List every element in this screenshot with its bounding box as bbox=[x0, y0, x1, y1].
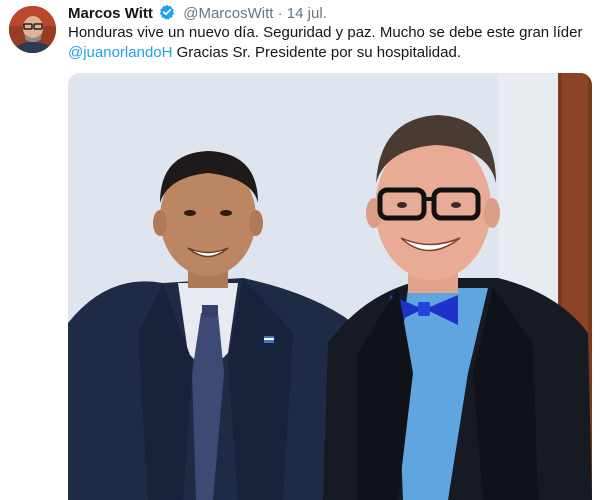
author-handle[interactable]: @MarcosWitt bbox=[183, 5, 273, 22]
separator-dot: · bbox=[277, 5, 283, 22]
tweet-photo[interactable] bbox=[68, 73, 592, 500]
tweet-header: Marcos Witt @MarcosWitt · 14 jul. bbox=[68, 4, 327, 25]
mention-link[interactable]: @juanorlandoH bbox=[68, 44, 172, 61]
photo-illustration bbox=[68, 73, 592, 500]
avatar[interactable] bbox=[9, 6, 56, 53]
tweet-text: Honduras vive un nuevo día. Seguridad y … bbox=[68, 23, 588, 63]
verified-badge-icon bbox=[159, 4, 175, 25]
tweet-card: Marcos Witt @MarcosWitt · 14 jul. Hondur… bbox=[0, 0, 600, 500]
tweet-text-part2: Gracias Sr. Presidente por su hospitalid… bbox=[172, 44, 461, 61]
tweet-text-part1: Honduras vive un nuevo día. Seguridad y … bbox=[68, 24, 583, 41]
author-name[interactable]: Marcos Witt bbox=[68, 5, 153, 22]
tweet-date[interactable]: 14 jul. bbox=[287, 5, 327, 22]
